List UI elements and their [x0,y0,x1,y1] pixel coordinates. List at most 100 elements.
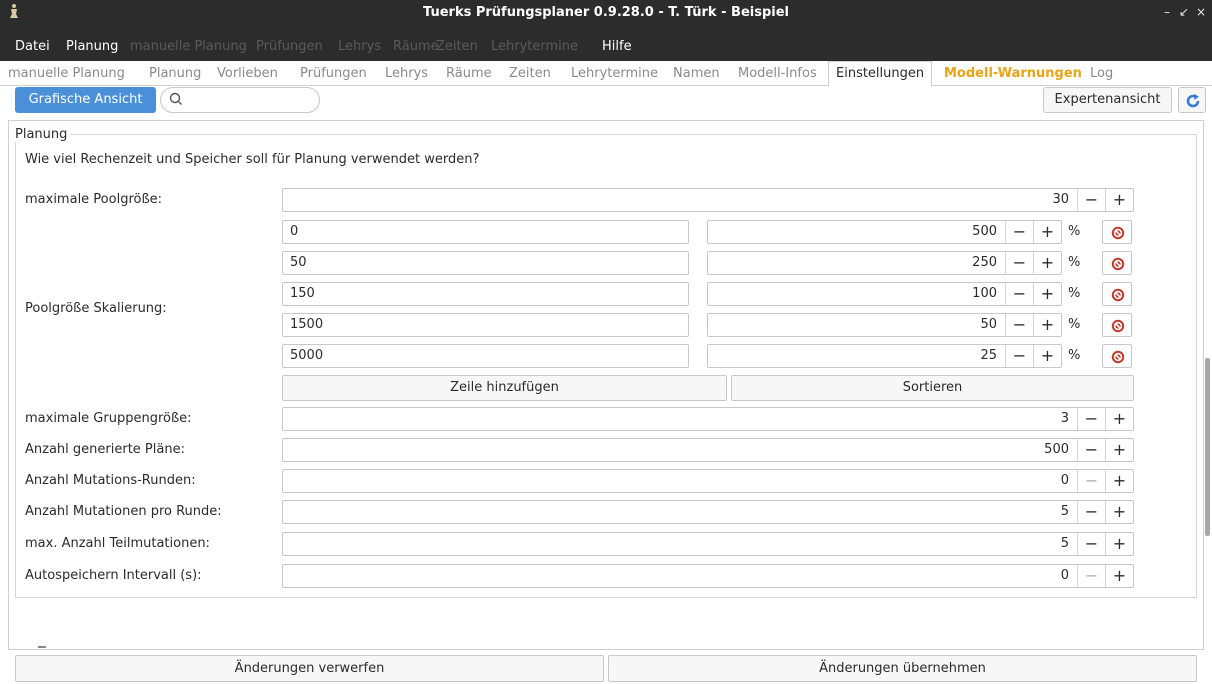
tab-vorlieben[interactable]: Vorlieben [217,63,278,85]
scaling-threshold-field[interactable]: 1500 [282,313,689,337]
remove-icon [1111,350,1125,364]
minimize-button[interactable]: – [1160,0,1174,25]
threshold-value: 150 [290,286,315,301]
setting-value: 0 [1060,568,1069,583]
minus-button[interactable]: − [1077,408,1105,430]
plus-button[interactable]: + [1105,501,1133,523]
minus-button[interactable]: − [1005,314,1033,336]
generated-plans-field[interactable]: 500 − + [282,438,1134,462]
minus-button[interactable]: − [1005,221,1033,243]
scaling-percent-field[interactable]: 25 − + [707,344,1062,368]
remove-row-button[interactable] [1102,251,1132,275]
discard-changes-button[interactable]: Änderungen verwerfen [15,655,604,682]
scaling-percent-field[interactable]: 500 − + [707,220,1062,244]
partial-mutations-field[interactable]: 5 − + [282,532,1134,556]
plus-button[interactable]: + [1033,252,1061,274]
plus-button[interactable]: + [1105,439,1133,461]
tab-zeiten[interactable]: Zeiten [509,63,551,85]
apply-changes-button[interactable]: Änderungen übernehmen [608,655,1197,682]
window-title: Tuerks Prüfungsplaner 0.9.28.0 - T. Türk… [423,5,789,20]
remove-row-button[interactable] [1102,344,1132,368]
tab-modell-warnungen[interactable]: Modell-Warnungen [944,63,1082,85]
scaling-threshold-field[interactable]: 5000 [282,344,689,368]
vertical-scrollbar[interactable] [1205,358,1210,536]
graphic-view-button[interactable]: Grafische Ansicht [15,87,156,113]
tab-bar: manuelle Planung Planung Vorlieben Prüfu… [0,61,1212,87]
max-pool-label: maximale Poolgröße: [25,192,163,207]
setting-value: 5 [1060,504,1069,519]
setting-value: 500 [1044,442,1069,457]
scaling-percent-field[interactable]: 250 − + [707,251,1062,275]
percent-unit: % [1068,286,1081,301]
minus-button[interactable]: − [1005,252,1033,274]
menu-hilfe[interactable]: Hilfe [602,38,632,56]
plus-button[interactable]: + [1033,345,1061,367]
search-input[interactable] [160,87,320,113]
threshold-value: 1500 [290,317,324,332]
plus-button[interactable]: + [1105,565,1133,587]
search-icon [169,91,183,105]
sort-button[interactable]: Sortieren [731,375,1134,401]
scaling-threshold-field[interactable]: 0 [282,220,689,244]
menu-planung[interactable]: Planung [66,38,118,56]
title-bar: Tuerks Prüfungsplaner 0.9.28.0 - T. Türk… [0,0,1212,25]
minus-button[interactable]: − [1005,283,1033,305]
scaling-threshold-field[interactable]: 50 [282,251,689,275]
close-button[interactable]: × [1194,0,1208,25]
clipped-section-title [38,646,46,648]
tab-manuelle-planung[interactable]: manuelle Planung [8,63,125,85]
minus-button[interactable]: − [1077,189,1105,211]
plus-button[interactable]: + [1033,221,1061,243]
max-pool-value: 30 [1052,192,1069,207]
minus-button[interactable]: − [1077,533,1105,555]
mutations-per-round-label: Anzahl Mutationen pro Runde: [25,504,222,519]
threshold-value: 5000 [290,348,324,363]
minus-button[interactable]: − [1077,501,1105,523]
partial-mutations-label: max. Anzahl Teilmutationen: [25,536,210,551]
tab-lehrys[interactable]: Lehrys [385,63,428,85]
plus-button[interactable]: + [1105,470,1133,492]
remove-row-button[interactable] [1102,313,1132,337]
tab-log[interactable]: Log [1090,63,1113,85]
scaling-percent-field[interactable]: 100 − + [707,282,1062,306]
tab-lehrytermine[interactable]: Lehrytermine [571,63,658,85]
scaling-percent-field[interactable]: 50 − + [707,313,1062,337]
remove-row-button[interactable] [1102,220,1132,244]
minus-button[interactable]: − [1005,345,1033,367]
plus-button[interactable]: + [1033,314,1061,336]
scaling-threshold-field[interactable]: 150 [282,282,689,306]
plus-button[interactable]: + [1105,408,1133,430]
percent-value: 25 [980,348,997,363]
plus-button[interactable]: + [1105,533,1133,555]
tab-raeume[interactable]: Räume [446,63,492,85]
max-group-size-field[interactable]: 3 − + [282,407,1134,431]
menu-manuelle-planung: manuelle Planung [130,39,247,54]
menu-datei[interactable]: Datei [15,38,50,56]
remove-icon [1111,226,1125,240]
mutation-rounds-label: Anzahl Mutations-Runden: [25,473,196,488]
setting-value: 0 [1060,473,1069,488]
refresh-button[interactable] [1178,87,1206,113]
add-row-button[interactable]: Zeile hinzufügen [282,375,727,401]
percent-value: 250 [972,255,997,270]
tab-planung[interactable]: Planung [149,63,201,85]
minus-button[interactable]: − [1077,439,1105,461]
remove-row-button[interactable] [1102,282,1132,306]
setting-value: 3 [1060,411,1069,426]
percent-unit: % [1068,348,1081,363]
tab-modell-infos[interactable]: Modell-Infos [738,63,817,85]
autosave-interval-field[interactable]: 0 − + [282,564,1134,588]
menu-lehrys: Lehrys [338,39,382,54]
expert-view-button[interactable]: Expertenansicht [1043,87,1172,113]
minus-button: − [1077,565,1105,587]
tab-pruefungen[interactable]: Prüfungen [300,63,367,85]
plus-button[interactable]: + [1033,283,1061,305]
max-pool-field[interactable]: 30 − + [282,188,1134,212]
mutation-rounds-field[interactable]: 0 − + [282,469,1134,493]
restore-button[interactable]: ↙ [1177,0,1191,25]
plus-button[interactable]: + [1105,189,1133,211]
menu-bar: Datei Planung manuelle Planung Prüfungen… [0,25,1212,61]
tab-einstellungen[interactable]: Einstellungen [828,61,933,87]
mutations-per-round-field[interactable]: 5 − + [282,500,1134,524]
tab-namen[interactable]: Namen [673,63,720,85]
